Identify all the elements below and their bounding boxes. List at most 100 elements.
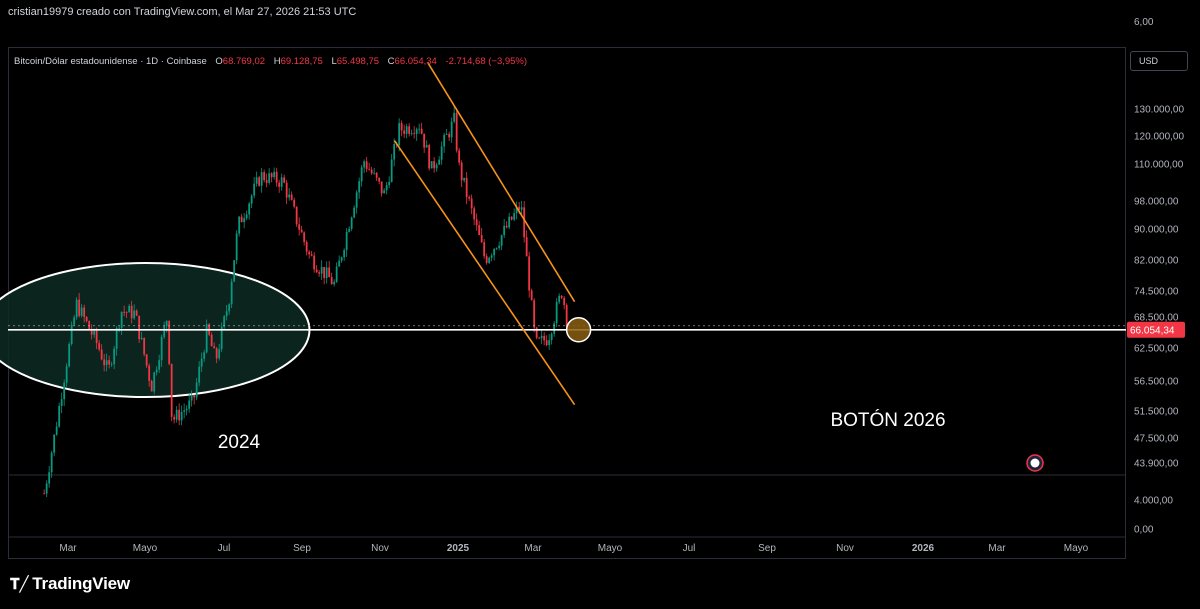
channel-line: [426, 61, 576, 303]
symbol-name[interactable]: Bitcoin/Dólar estadounidense · 1D · Coin…: [14, 56, 207, 67]
candle-body: [303, 232, 306, 243]
x-axis-label: Mar: [59, 543, 77, 554]
candle-body: [45, 483, 48, 494]
annotation-boton-2026: BOTÓN 2026: [830, 409, 945, 431]
candle-body: [248, 203, 251, 215]
candle-body: [85, 316, 88, 322]
candle-body: [50, 452, 53, 473]
close-key: C: [387, 56, 395, 67]
candle-body: [510, 216, 513, 220]
x-axis-label: Mayo: [1064, 543, 1089, 554]
candle-body: [410, 133, 413, 135]
candle-body: [108, 360, 111, 365]
candle-body: [55, 426, 58, 435]
candle-body: [398, 123, 401, 146]
candle-body: [75, 299, 78, 318]
currency-button[interactable]: USD: [1130, 51, 1188, 71]
candle-body: [388, 181, 391, 186]
candle-body: [443, 134, 446, 147]
price-chart[interactable]: 130.000,00 120.000,00 110.000,00 98.000,00 9…: [0, 0, 1200, 562]
candle-body: [70, 324, 73, 345]
candle-body: [105, 360, 108, 366]
candle-body: [328, 267, 331, 278]
candle-body: [445, 133, 448, 135]
candle-body: [245, 214, 248, 219]
candle-body: [260, 172, 263, 186]
candle-body: [215, 348, 218, 359]
candle-body: [230, 281, 233, 305]
candle-body: [250, 195, 253, 204]
symbol-legend: Bitcoin/Dólar estadounidense · 1D · Coin…: [14, 56, 527, 67]
y-axis-label: 110.000,00: [1134, 160, 1184, 171]
candle-body: [308, 251, 311, 255]
x-axis-label: Jul: [218, 543, 231, 554]
candle-body: [480, 234, 483, 243]
candle-body: [80, 307, 83, 316]
candle-body: [120, 311, 123, 328]
x-axis-label: Nov: [371, 543, 389, 554]
candle-body: [505, 225, 508, 228]
candle-body: [288, 194, 291, 198]
candle-body: [453, 112, 456, 122]
y-axis-label: 56.500,00: [1134, 377, 1179, 388]
candle-body: [278, 182, 281, 187]
candle-body: [360, 167, 363, 182]
candle-body: [143, 337, 146, 355]
candle-body: [418, 128, 421, 130]
x-axis-label: Mayo: [598, 543, 623, 554]
candle-body: [465, 177, 468, 197]
tradingview-logo[interactable]: 𝐓╱ TradingView: [10, 574, 130, 594]
candle-body: [180, 411, 183, 421]
candle-body: [408, 126, 411, 134]
y-axis-label: 120.000,00: [1134, 132, 1184, 143]
candle-body: [403, 130, 406, 134]
candle-body: [553, 323, 556, 334]
candle-body: [335, 266, 338, 282]
candle-body: [548, 339, 551, 346]
candle-body: [490, 255, 493, 258]
candle-body: [545, 340, 548, 346]
candle-body: [503, 225, 506, 236]
candle-body: [300, 229, 303, 233]
candle-body: [428, 145, 431, 169]
candle-body: [58, 406, 61, 427]
candle-body: [273, 171, 276, 178]
candle-body: [350, 217, 353, 229]
candle-body: [295, 206, 298, 225]
candle-body: [495, 247, 498, 249]
candle-body: [463, 177, 466, 181]
candle-body: [338, 260, 341, 267]
candle-body: [525, 237, 528, 257]
y-axis-label: 90.000,00: [1134, 225, 1179, 236]
candle-body: [98, 343, 101, 350]
candle-body: [153, 372, 156, 392]
candle-body: [493, 248, 496, 256]
candle-body: [138, 315, 141, 340]
candle-body: [458, 150, 461, 163]
candle-body: [555, 302, 558, 324]
candle-body: [135, 310, 138, 316]
candle-body: [178, 409, 181, 421]
candle-body: [233, 260, 236, 282]
candle-body: [128, 305, 131, 313]
candle-body: [550, 333, 553, 340]
candle-body: [425, 145, 428, 148]
candle-body: [95, 330, 98, 344]
candle-body: [203, 352, 206, 359]
candle-body: [315, 269, 318, 273]
candle-body: [133, 310, 136, 319]
candle-body: [290, 194, 293, 200]
candle-body: [368, 168, 371, 170]
last-price-tag-label: 66.054,34: [1130, 325, 1175, 336]
candle-body: [280, 177, 283, 187]
candle-body: [475, 219, 478, 226]
candle-body: [358, 181, 361, 193]
high-key: H: [273, 56, 281, 67]
y-axis-label: 4.000,00: [1134, 496, 1173, 507]
candle-body: [528, 256, 531, 291]
candle-body: [543, 335, 546, 341]
x-axis-label: Mayo: [133, 543, 158, 554]
x-axis-label: 2025: [447, 543, 470, 554]
candle-body: [205, 324, 208, 353]
candle-body: [83, 307, 86, 317]
